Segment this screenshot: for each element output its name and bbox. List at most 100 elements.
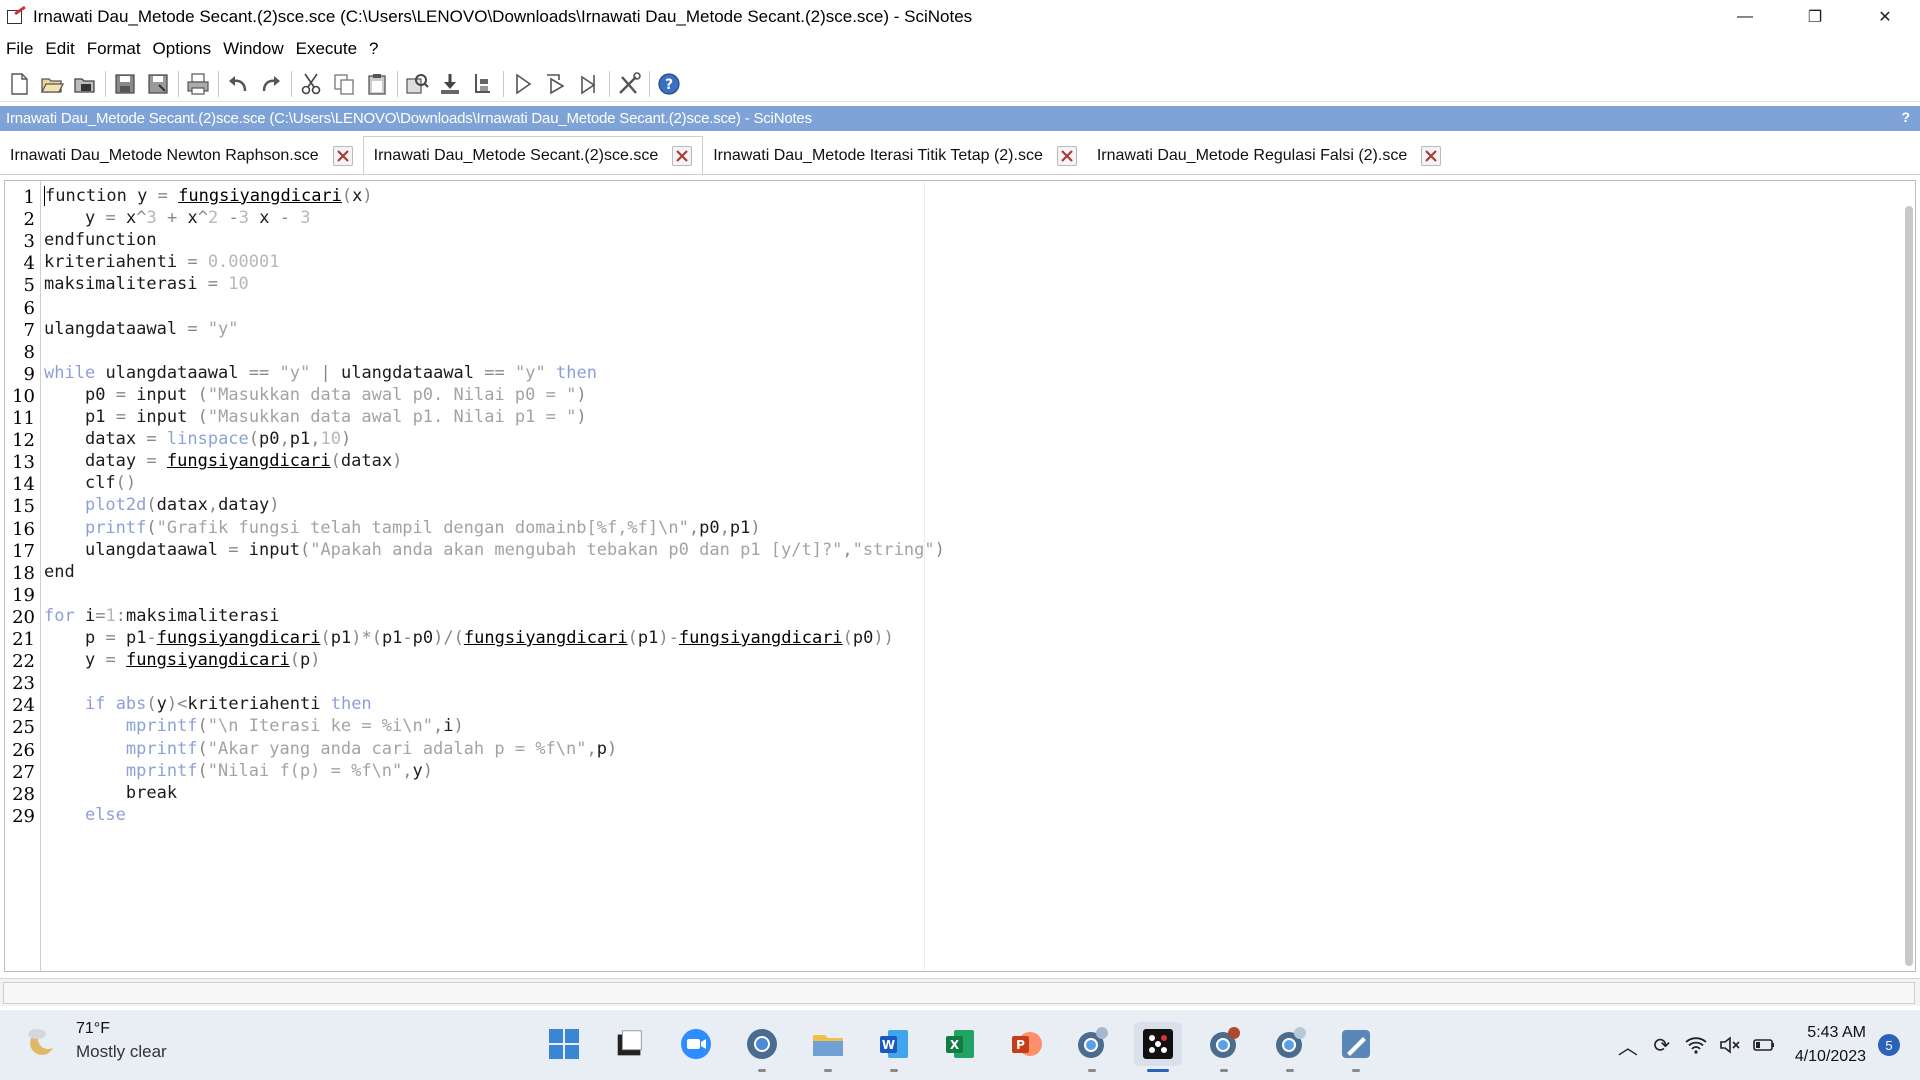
minimize-button[interactable]: —	[1710, 0, 1780, 34]
code-editor[interactable]: 1 2 3 4 5 6 7 8 9 10 11 12 13 14 15 16 17 18 19 20 21 22 23 24 2…	[4, 180, 1916, 972]
close-button[interactable]: ✕	[1850, 0, 1920, 34]
find-replace-icon[interactable]	[402, 69, 432, 99]
line-number: 13	[12, 452, 35, 474]
open-folder-icon[interactable]	[70, 69, 100, 99]
new-file-icon[interactable]	[4, 69, 34, 99]
line-number: 12	[12, 430, 35, 452]
chrome-profile-icon[interactable]	[1068, 1022, 1116, 1072]
menu-help[interactable]: ?	[363, 39, 384, 59]
window-controls: — ❐ ✕	[1710, 0, 1920, 34]
battery-icon[interactable]	[1747, 1028, 1781, 1062]
vertical-scrollbar[interactable]	[1905, 206, 1913, 966]
line-number-gutter: 1 2 3 4 5 6 7 8 9 10 11 12 13 14 15 16 17 18 19 20 21 22 23 24 2…	[5, 181, 41, 971]
editor-tab-bar: Irnawati Dau_Metode Newton Raphson.sce I…	[0, 136, 1920, 175]
cut-icon[interactable]	[296, 69, 326, 99]
undo-icon[interactable]	[223, 69, 253, 99]
chevron-up-icon[interactable]: ︿	[1611, 1028, 1645, 1062]
code-area[interactable]: function y = fungsiyangdicari(x) y = x^3…	[44, 181, 1895, 971]
zoom-icon[interactable]	[672, 1022, 720, 1066]
weather-widget[interactable]: 71°F Mostly clear	[22, 1020, 167, 1062]
execute-save-icon[interactable]	[435, 69, 465, 99]
tab-label: Irnawati Dau_Metode Regulasi Falsi (2).s…	[1096, 147, 1408, 164]
scilab-icon[interactable]	[1134, 1022, 1182, 1072]
tab-regulasi-falsi[interactable]: Irnawati Dau_Metode Regulasi Falsi (2).s…	[1087, 138, 1451, 174]
line-number: 4	[23, 253, 35, 275]
code-line[interactable]: y = fungsiyangdicari(p)	[44, 647, 321, 674]
line-number: 16	[12, 518, 35, 540]
code-line[interactable]: end	[44, 559, 75, 586]
path-help-icon[interactable]: ?	[1901, 109, 1910, 125]
tab-secant[interactable]: Irnawati Dau_Metode Secant.(2)sce.sce	[362, 136, 704, 174]
line-number: 10	[12, 385, 35, 407]
copy-icon[interactable]	[329, 69, 359, 99]
tab-label: Irnawati Dau_Metode Newton Raphson.sce	[10, 147, 319, 164]
code-line[interactable]: else	[44, 802, 126, 829]
close-tab-icon[interactable]	[332, 146, 353, 166]
document-path-bar: Irnawati Dau_Metode Secant.(2)sce.sce (C…	[0, 106, 1920, 131]
menu-format[interactable]: Format	[81, 39, 147, 59]
menu-window[interactable]: Window	[217, 39, 289, 59]
chrome-profile-icon[interactable]	[1200, 1022, 1248, 1072]
maximize-button[interactable]: ❐	[1780, 0, 1850, 34]
pen-app-icon[interactable]	[1332, 1022, 1380, 1072]
weather-temperature: 71°F	[76, 1020, 110, 1037]
clock-time: 5:43 AM	[1807, 1024, 1866, 1041]
sync-icon[interactable]: ⟳	[1645, 1028, 1679, 1062]
line-number: 15	[12, 496, 35, 518]
clock[interactable]: 5:43 AM 4/10/2023	[1795, 1024, 1866, 1066]
toolbar-separator	[609, 70, 610, 97]
load-into-scilab-icon[interactable]	[468, 69, 498, 99]
paste-icon[interactable]	[362, 69, 392, 99]
line-number: 3	[23, 231, 35, 253]
code-line[interactable]: ulangdataawal = input("Apakah anda akan …	[44, 537, 945, 564]
redo-icon[interactable]	[256, 69, 286, 99]
save-icon[interactable]	[110, 69, 140, 99]
code-line[interactable]: maksimaliterasi = 10	[44, 271, 249, 298]
line-number: 28	[12, 783, 35, 805]
print-icon[interactable]	[183, 69, 213, 99]
run-with-echo-icon[interactable]	[541, 69, 571, 99]
menu-execute[interactable]: Execute	[290, 39, 363, 59]
close-tab-icon[interactable]	[1421, 146, 1442, 166]
word-icon[interactable]: W	[870, 1022, 918, 1072]
toolbar-separator	[397, 70, 398, 97]
line-number: 22	[12, 651, 35, 673]
save-as-icon[interactable]	[143, 69, 173, 99]
run-icon[interactable]	[508, 69, 538, 99]
wifi-icon[interactable]	[1679, 1028, 1713, 1062]
tab-newton-raphson[interactable]: Irnawati Dau_Metode Newton Raphson.sce	[0, 138, 363, 174]
xcos-tools-icon[interactable]	[614, 69, 644, 99]
open-file-icon[interactable]	[37, 69, 67, 99]
running-indicator	[758, 1069, 766, 1072]
file-explorer-icon[interactable]	[804, 1022, 852, 1072]
run-until-caret-icon[interactable]	[574, 69, 604, 99]
toolbar-separator	[218, 70, 219, 97]
close-tab-icon[interactable]	[1056, 146, 1077, 166]
notification-badge[interactable]: 5	[1878, 1034, 1900, 1056]
svg-text:?: ?	[665, 77, 673, 93]
menu-bar: File Edit Format Options Window Execute …	[0, 36, 1920, 62]
chrome-profile-icon[interactable]	[1266, 1022, 1314, 1072]
system-tray: ︿ ⟳ 5:43 AM 4/10/2023 5	[1611, 1024, 1900, 1066]
line-number: 25	[12, 717, 35, 739]
windows-start-icon[interactable]	[540, 1022, 588, 1066]
tab-iterasi-titik-tetap[interactable]: Irnawati Dau_Metode Iterasi Titik Tetap …	[703, 138, 1087, 174]
margin-guide-line	[924, 181, 925, 971]
close-tab-icon[interactable]	[672, 145, 693, 166]
speaker-muted-icon[interactable]	[1713, 1028, 1747, 1062]
help-icon[interactable]: ?	[654, 69, 684, 99]
browser-icon[interactable]	[738, 1022, 786, 1072]
menu-options[interactable]: Options	[147, 39, 218, 59]
line-number: 11	[12, 408, 35, 429]
line-number: 18	[12, 562, 35, 584]
running-indicator	[1286, 1069, 1294, 1072]
line-number: 8	[23, 341, 35, 363]
terminal-app-icon[interactable]	[606, 1022, 654, 1066]
code-line[interactable]: ulangdataawal = "y"	[44, 316, 239, 343]
excel-icon[interactable]: X	[936, 1022, 984, 1066]
running-indicator	[890, 1069, 898, 1072]
powerpoint-icon[interactable]: P	[1002, 1022, 1050, 1066]
menu-edit[interactable]: Edit	[39, 39, 80, 59]
line-number: 9	[23, 363, 35, 385]
menu-file[interactable]: File	[0, 39, 39, 59]
